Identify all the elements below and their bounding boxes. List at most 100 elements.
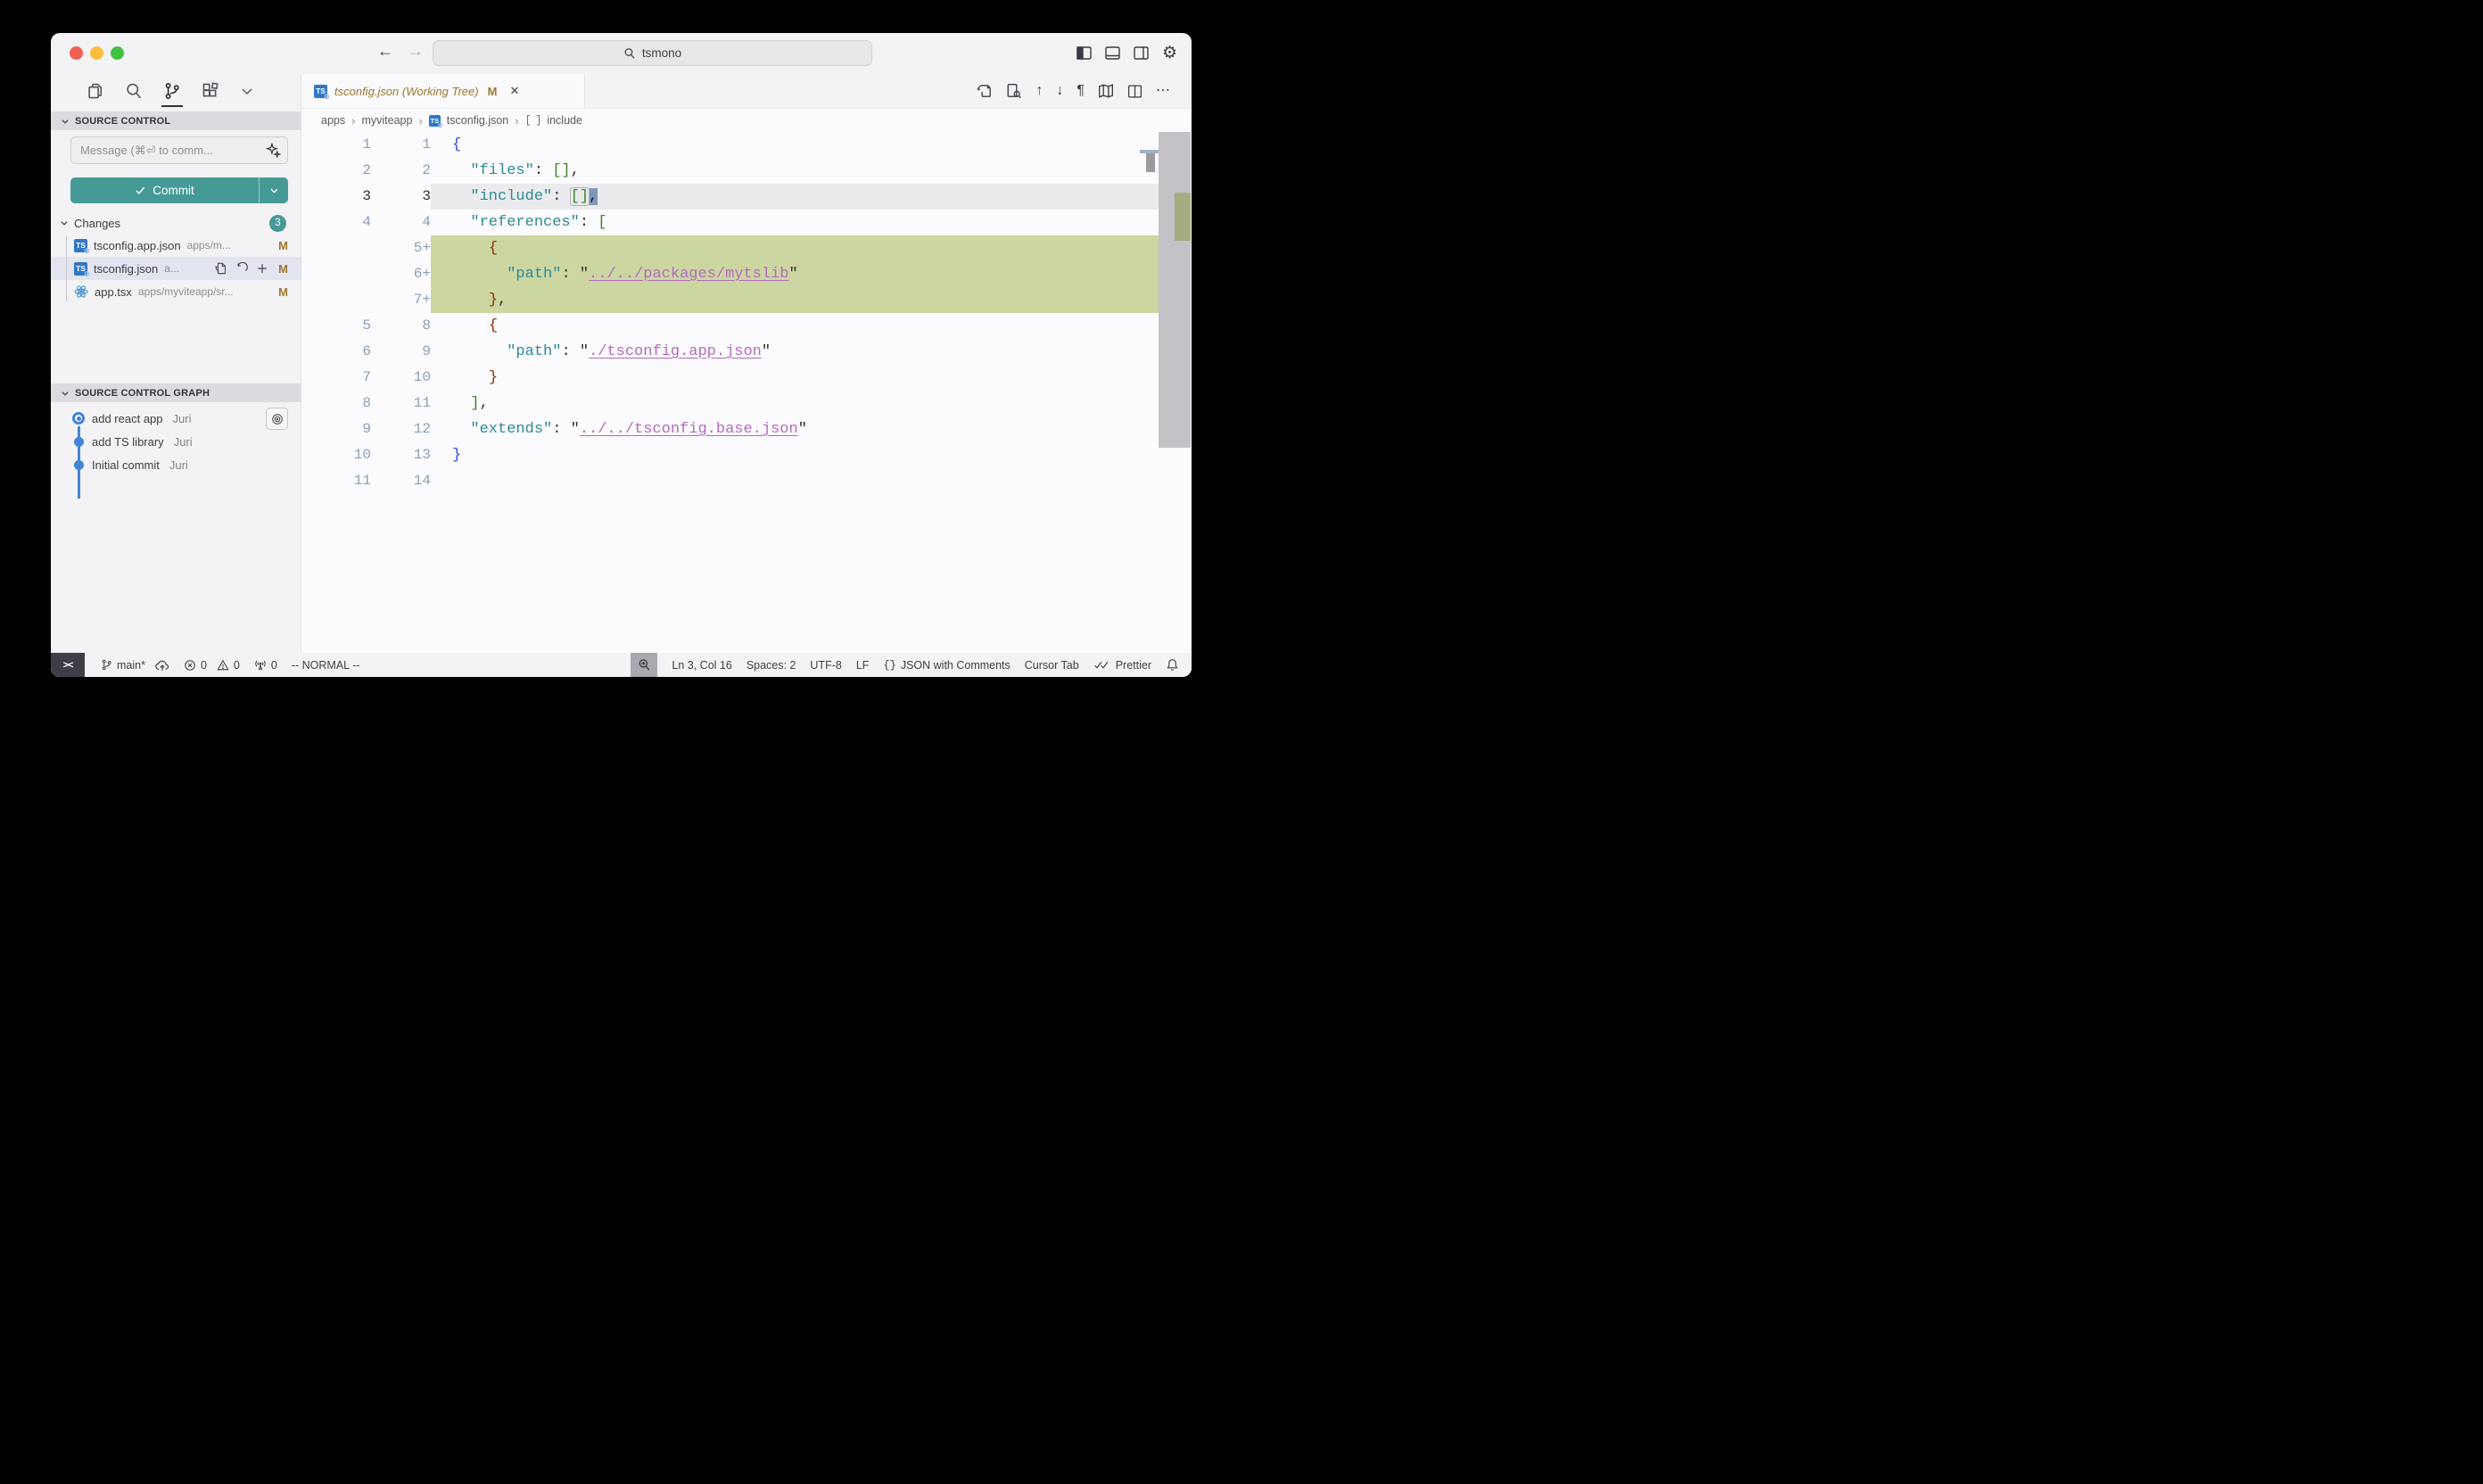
map-icon[interactable] — [1098, 83, 1114, 99]
code-line[interactable]: 7+ }, — [301, 287, 1192, 313]
eol-indicator[interactable]: LF — [856, 659, 870, 672]
code-line[interactable]: 58 { — [301, 313, 1192, 339]
commit-row[interactable]: add react appJuri — [51, 407, 301, 430]
commit-message-input[interactable] — [71, 144, 287, 157]
code-line[interactable]: 710 } — [301, 365, 1192, 391]
stage-changes-icon[interactable] — [256, 262, 268, 275]
split-editor-icon[interactable] — [1127, 84, 1143, 99]
sparkle-ai-icon[interactable] — [266, 143, 281, 158]
breadcrumb-item-include[interactable]: include — [547, 114, 582, 127]
code-line-text[interactable]: "path": "../../packages/mytslib" — [431, 261, 1160, 287]
code-line-text[interactable]: } — [431, 442, 1160, 468]
encoding-indicator[interactable]: UTF-8 — [810, 659, 841, 672]
commit-row[interactable]: add TS libraryJuri — [51, 430, 301, 453]
settings-gear-icon[interactable]: ⚙ — [1162, 45, 1177, 62]
commit-dropdown-button[interactable] — [259, 177, 288, 203]
previous-change-arrow-icon[interactable]: ↑ — [1035, 84, 1043, 98]
code-line-text[interactable]: "files": [], — [431, 158, 1160, 184]
language-mode-indicator[interactable]: {} JSON with Comments — [883, 659, 1010, 672]
code-line[interactable]: 22 "files": [], — [301, 158, 1192, 184]
code-line-text[interactable]: "include": [], — [431, 184, 1160, 210]
code-line-text[interactable]: { — [431, 313, 1160, 339]
code-line[interactable]: 69 "path": "./tsconfig.app.json" — [301, 339, 1192, 365]
zoom-indicator[interactable] — [631, 653, 657, 677]
more-actions-icon[interactable]: ⋯ — [1156, 84, 1170, 98]
source-control-graph-header-label: SOURCE CONTROL GRAPH — [75, 388, 210, 399]
file-path: apps/m... — [187, 239, 269, 251]
toggle-panel-icon[interactable] — [1105, 46, 1120, 60]
remote-indicator-button[interactable]: >< — [51, 653, 85, 677]
breadcrumb-item-tsconfig[interactable]: tsconfig.json — [447, 114, 508, 127]
code-line-text[interactable]: { — [431, 235, 1160, 261]
source-control-header[interactable]: SOURCE CONTROL — [51, 111, 301, 130]
changes-row[interactable]: TS⚙tsconfig.app.jsonapps/m...M — [51, 234, 301, 257]
title-bar: ← → tsmono ⚙ — [51, 33, 1192, 74]
code-line[interactable]: 33 "include": [], — [301, 184, 1192, 210]
search-view-icon[interactable] — [125, 82, 143, 100]
open-file-icon[interactable] — [215, 262, 227, 275]
code-line[interactable]: 912 "extends": "../../tsconfig.base.json… — [301, 416, 1192, 442]
code-line-text[interactable]: } — [431, 365, 1160, 391]
source-control-graph-header[interactable]: SOURCE CONTROL GRAPH — [51, 383, 301, 402]
code-line[interactable]: 11{ — [301, 132, 1192, 158]
whitespace-pilcrow-icon[interactable]: ¶ — [1077, 84, 1085, 98]
modified-badge: M — [278, 239, 288, 252]
back-arrow-icon[interactable]: ← — [377, 42, 393, 61]
code-line[interactable]: 6+ "path": "../../packages/mytslib" — [301, 261, 1192, 287]
changes-section-header[interactable]: Changes 3 — [51, 212, 301, 234]
diff-editor-content[interactable]: 11{22 "files": [],33 "include": [],44 "r… — [301, 132, 1192, 494]
formatter-indicator[interactable]: Prettier — [1093, 659, 1151, 672]
tab-close-icon[interactable]: ✕ — [509, 84, 519, 98]
discard-changes-icon[interactable] — [235, 262, 248, 275]
tab-tsconfig-working-tree[interactable]: TS⚙ tsconfig.json (Working Tree) M ✕ — [301, 74, 585, 108]
original-line-number: 1 — [301, 132, 371, 158]
original-line-number: 9 — [301, 416, 371, 442]
explorer-icon[interactable] — [87, 82, 104, 100]
changes-row[interactable]: app.tsxapps/myviteapp/sr...M — [51, 280, 301, 303]
code-line[interactable]: 1114 — [301, 468, 1192, 494]
code-line-text[interactable]: { — [431, 132, 1160, 158]
toggle-primary-sidebar-icon[interactable] — [1077, 46, 1092, 60]
ports-indicator[interactable]: 0 — [254, 659, 277, 672]
code-line-text[interactable] — [431, 468, 1160, 494]
commit-message-box[interactable] — [70, 136, 288, 164]
command-center-search[interactable]: tsmono — [433, 40, 872, 66]
editor-scrollbar[interactable] — [1159, 132, 1191, 448]
zoom-window-button[interactable] — [111, 46, 124, 60]
goto-commit-button[interactable] — [266, 408, 288, 430]
close-window-button[interactable] — [70, 46, 83, 60]
problems-indicator[interactable]: 0 0 — [184, 659, 240, 672]
code-line-text[interactable]: }, — [431, 287, 1160, 313]
breadcrumb-item-myviteapp[interactable]: myviteapp — [361, 114, 412, 127]
cursor-tab-indicator[interactable]: Cursor Tab — [1025, 659, 1079, 672]
original-line-number: 4 — [301, 210, 371, 235]
toggle-secondary-sidebar-icon[interactable] — [1134, 46, 1149, 60]
notifications-bell-icon[interactable] — [1166, 658, 1179, 672]
forward-arrow-icon[interactable]: → — [408, 42, 424, 61]
next-change-arrow-icon[interactable]: ↓ — [1056, 84, 1063, 98]
changes-row[interactable]: TS⚙tsconfig.jsona...M — [51, 257, 301, 280]
code-line-text[interactable]: "extends": "../../tsconfig.base.json" — [431, 416, 1160, 442]
breadcrumb-item-apps[interactable]: apps — [321, 114, 345, 127]
open-changes-icon[interactable] — [977, 83, 993, 99]
minimize-window-button[interactable] — [90, 46, 103, 60]
code-line[interactable]: 5+ { — [301, 235, 1192, 261]
breadcrumb-separator: › — [515, 114, 518, 128]
code-line-text[interactable]: "references": [ — [431, 210, 1160, 235]
commit-button[interactable]: Commit — [70, 177, 288, 203]
code-line-text[interactable]: ], — [431, 391, 1160, 416]
code-line[interactable]: 1013} — [301, 442, 1192, 468]
inline-view-toggle-icon[interactable] — [1006, 83, 1022, 99]
cursor-position-indicator[interactable]: Ln 3, Col 16 — [672, 659, 731, 672]
commit-dot-icon — [72, 437, 85, 447]
code-line-text[interactable]: "path": "./tsconfig.app.json" — [431, 339, 1160, 365]
source-control-view-icon[interactable] — [163, 82, 181, 100]
code-line[interactable]: 811 ], — [301, 391, 1192, 416]
commit-row[interactable]: Initial commitJuri — [51, 453, 301, 476]
code-line[interactable]: 44 "references": [ — [301, 210, 1192, 235]
tsconfig-file-icon: TS⚙ — [429, 115, 441, 127]
branch-indicator[interactable]: main* — [101, 659, 169, 672]
activity-overflow-chevron-icon[interactable] — [240, 84, 254, 98]
extensions-icon[interactable] — [202, 82, 219, 100]
indentation-indicator[interactable]: Spaces: 2 — [747, 659, 796, 672]
